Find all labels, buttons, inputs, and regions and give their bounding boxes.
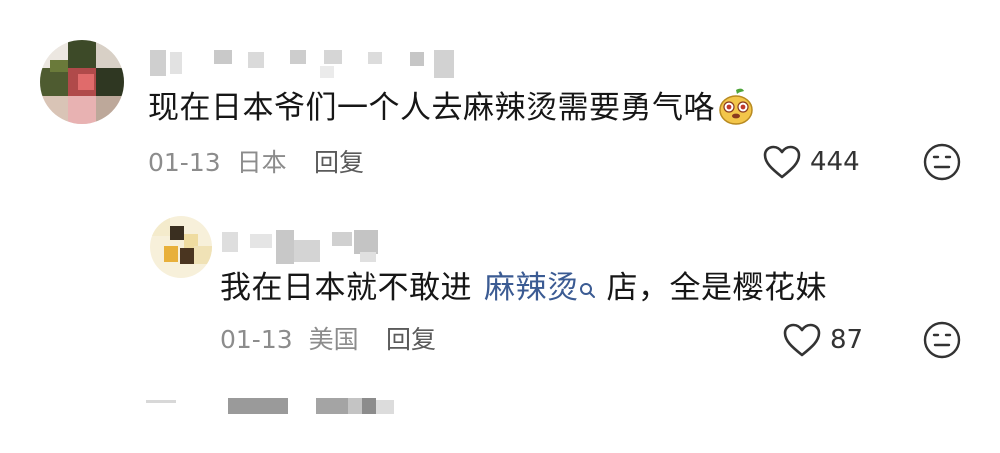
comment-item: 现在日本爷们一个人去麻辣烫需要勇气咯 01-13 日本 回复 444 [0,0,1000,200]
search-link[interactable]: 麻辣烫 [484,270,579,306]
reply-location: 美国 [308,325,359,354]
reply-username-blurred[interactable] [222,226,392,266]
like-count: 444 [810,147,860,177]
reply-text-before: 我在日本就不敢进 [220,270,472,306]
reply-meta: 01-13 美国 [220,324,359,356]
reply-text-row: 我在日本就不敢进 麻辣烫 店，全是樱花妹 [220,268,827,308]
search-icon[interactable] [579,272,597,298]
reply-avatar[interactable] [150,216,212,278]
reply-like-count: 87 [830,325,864,355]
reply-reply-button[interactable]: 回复 [386,324,436,356]
comment-text-row: 现在日本爷们一个人去麻辣烫需要勇气咯 [148,88,715,128]
reply-like-button[interactable]: 87 [782,320,872,360]
comment-location: 日本 [236,148,287,177]
heart-outline-icon [782,322,822,358]
comment-text: 现在日本爷们一个人去麻辣烫需要勇气咯 [148,90,715,126]
pear-face-emoji [716,86,756,126]
username-blurred[interactable] [150,46,470,82]
reply-dislike-button[interactable] [922,320,962,360]
like-button[interactable]: 444 [762,142,872,182]
heart-outline-icon [762,144,802,180]
comment-meta: 01-13 日本 [148,147,287,179]
reply-button[interactable]: 回复 [314,147,364,179]
neutral-face-icon [923,143,961,181]
reply-text-after: 店，全是樱花妹 [606,270,827,306]
neutral-face-icon [923,321,961,359]
avatar[interactable] [40,40,124,124]
reply-item: 我在日本就不敢进 麻辣烫 店，全是樱花妹 01-13 美国 回复 87 [0,200,1000,370]
comment-date: 01-13 [148,148,221,177]
reply-date: 01-13 [220,325,293,354]
expand-replies-blurred[interactable] [140,396,410,418]
dislike-button[interactable] [922,142,962,182]
